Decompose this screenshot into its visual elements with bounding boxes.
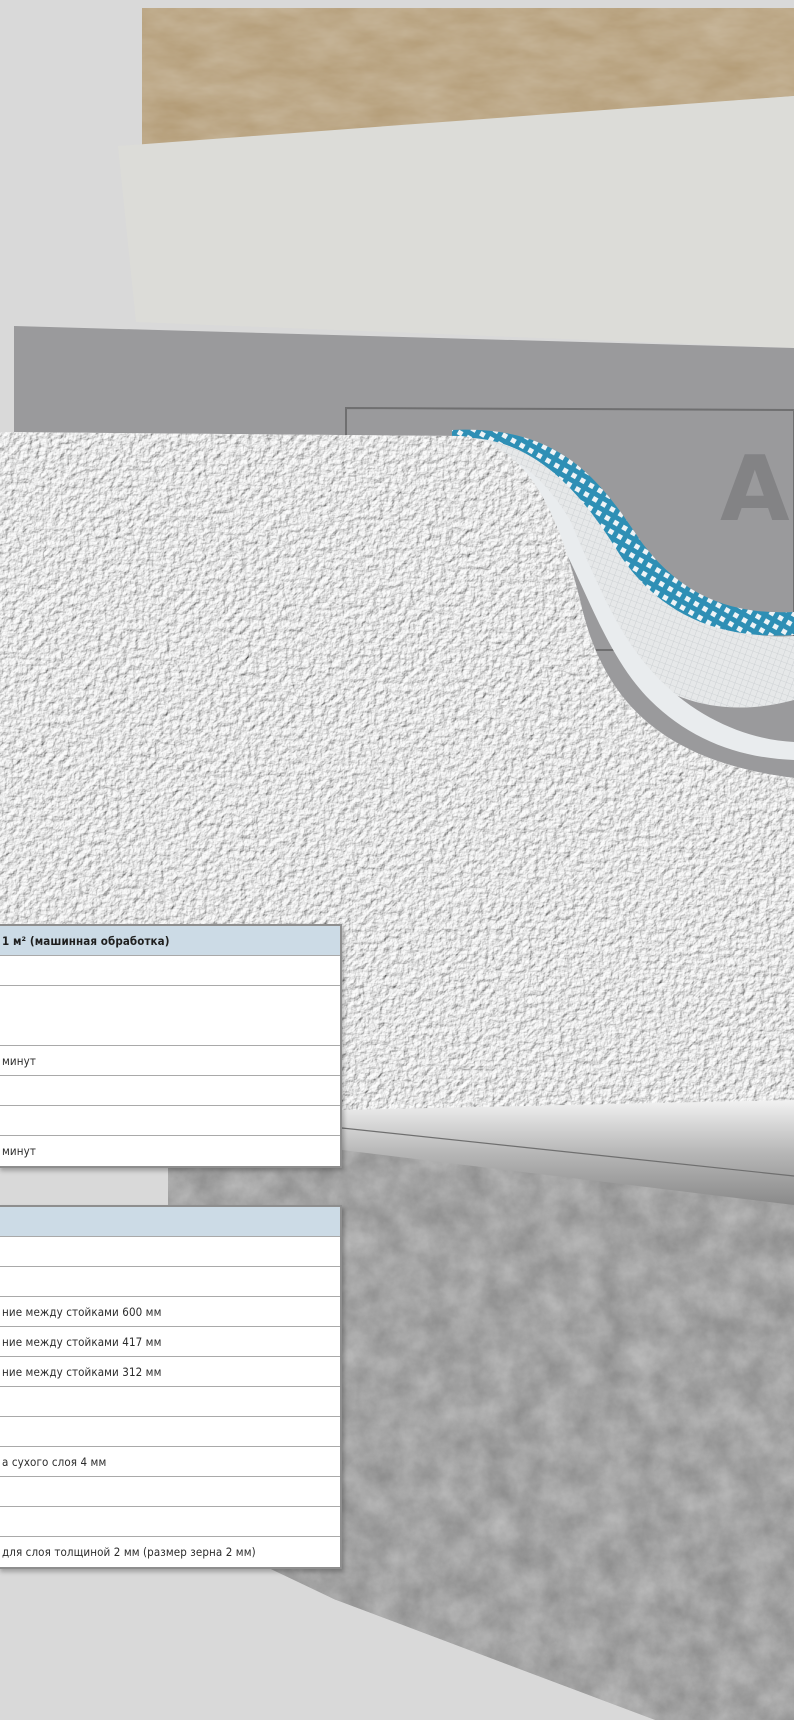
table-row: [0, 1387, 340, 1417]
svg-text:AI: AI: [720, 437, 794, 542]
table-row: минут: [0, 1046, 340, 1076]
table-row: а сухого слоя 4 мм: [0, 1447, 340, 1477]
table-row: [0, 956, 340, 986]
table-row: [0, 1076, 340, 1106]
table-row: ние между стойками 312 мм: [0, 1357, 340, 1387]
table-row: минут: [2, 1144, 36, 1158]
table-header: 1 м² (машинная обработка): [0, 926, 340, 956]
table-row: [0, 1106, 340, 1136]
table-row: [0, 1477, 340, 1507]
application-data-table: 1 м² (машинная обработка) минут минут: [0, 924, 342, 1168]
table-row: [0, 986, 340, 1046]
table-row: [0, 1417, 340, 1447]
table-row: [0, 1237, 340, 1267]
table-row: для слоя толщиной 2 мм (размер зерна 2 м…: [2, 1545, 256, 1559]
table-row: ние между стойками 600 мм: [0, 1297, 340, 1327]
table-header: [0, 1207, 340, 1237]
table-row: [0, 1267, 340, 1297]
table-row: [0, 1507, 340, 1537]
system-components-table: ние между стойками 600 мм ние между стой…: [0, 1205, 342, 1569]
table-row: ние между стойками 417 мм: [0, 1327, 340, 1357]
